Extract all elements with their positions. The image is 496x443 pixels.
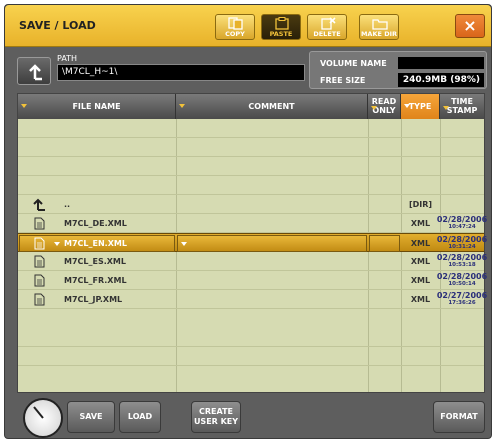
copy-button[interactable]: COPY [215, 14, 255, 40]
file-name: M7CL_JP.XML [64, 295, 123, 304]
file-type: XML [410, 276, 431, 285]
empty-row [18, 176, 484, 195]
return-arrow-icon [29, 64, 42, 81]
stamp-date: 02/28/2006 [436, 272, 488, 281]
file-icon [34, 293, 45, 306]
delete-label: DELETE [313, 30, 341, 38]
empty-row [18, 157, 484, 176]
paste-label: PASTE [269, 30, 293, 38]
time-stamp: 02/28/2006 10:31:24 [436, 235, 488, 250]
sort-triangle-icon [21, 104, 27, 108]
stamp-time: 10:53:18 [448, 262, 476, 268]
column-comment[interactable]: COMMENT [176, 94, 368, 119]
file-name: M7CL_EN.XML [64, 239, 127, 248]
paste-icon [275, 17, 289, 30]
column-time-stamp[interactable]: TIME STAMP [440, 94, 484, 119]
copy-label: COPY [225, 30, 245, 38]
empty-row [18, 138, 484, 157]
parent-dir-icon [33, 198, 45, 211]
parent-dir-row[interactable]: .. [DIR] [18, 195, 484, 214]
empty-row [18, 347, 484, 366]
stamp-date: 02/28/2006 [436, 253, 488, 262]
file-type: XML [410, 239, 431, 248]
file-name: M7CL_ES.XML [64, 257, 126, 266]
file-icon [34, 274, 45, 287]
knob-indicator-icon [33, 406, 44, 419]
sort-triangle-icon [404, 104, 410, 108]
time-stamp: 02/28/2006 10:47:24 [436, 215, 488, 230]
empty-row [18, 366, 484, 385]
stamp-date: 02/28/2006 [436, 235, 488, 244]
file-icon [34, 255, 45, 268]
volume-name-label: VOLUME NAME [320, 59, 387, 68]
parent-directory-button[interactable] [17, 57, 51, 85]
sort-triangle-icon [371, 106, 377, 110]
file-row[interactable]: M7CL_EN.XML XML 02/28/2006 10:31:24 [18, 233, 487, 252]
file-icon [34, 237, 45, 250]
create-user-key-button[interactable]: CREATE USER KEY [191, 401, 241, 433]
file-name: M7CL_DE.XML [64, 219, 127, 228]
save-button[interactable]: SAVE [67, 401, 115, 433]
free-size-label: FREE SIZE [320, 76, 366, 85]
make-dir-button[interactable]: MAKE DIR [359, 14, 399, 40]
empty-row [18, 328, 484, 347]
selected-cell-highlight [177, 235, 367, 252]
time-stamp: 02/28/2006 10:53:18 [436, 253, 488, 268]
stamp-time: 17:36:26 [448, 300, 476, 306]
file-type: XML [410, 295, 431, 304]
selected-cell-highlight [369, 235, 400, 252]
parent-dir-name: .. [64, 200, 71, 209]
sort-triangle-icon [179, 104, 185, 108]
edit-triangle-icon [181, 242, 187, 246]
format-button[interactable]: FORMAT [433, 401, 485, 433]
file-type: XML [410, 219, 431, 228]
save-load-window: SAVE / LOAD COPY PASTE DELETE MAKE DIR ×… [4, 4, 492, 439]
make-dir-label: MAKE DIR [360, 30, 398, 38]
file-row[interactable]: M7CL_FR.XML XML 02/28/2006 10:50:14 [18, 271, 487, 290]
file-icon [34, 217, 45, 230]
title-bar: SAVE / LOAD COPY PASTE DELETE MAKE DIR × [5, 5, 491, 47]
delete-button[interactable]: DELETE [307, 14, 347, 40]
stamp-date: 02/27/2006 [436, 291, 488, 300]
paste-button[interactable]: PASTE [261, 14, 301, 40]
volume-panel: VOLUME NAME FREE SIZE 240.9MB (98%) [309, 51, 487, 89]
folder-icon [372, 19, 388, 30]
file-row[interactable]: M7CL_ES.XML XML 02/28/2006 10:53:18 [18, 252, 487, 271]
free-size-value: 240.9MB (98%) [398, 73, 484, 87]
column-file-name[interactable]: FILE NAME [18, 94, 176, 119]
time-stamp: 02/28/2006 10:50:14 [436, 272, 488, 287]
copy-icon [228, 17, 243, 30]
stamp-time: 10:31:24 [448, 244, 476, 250]
column-type[interactable]: TYPE [401, 94, 440, 119]
file-name: M7CL_FR.XML [64, 276, 127, 285]
parent-dir-type: [DIR] [408, 200, 433, 209]
data-entry-knob[interactable] [23, 398, 63, 438]
path-field: \M7CL_H~1\ [57, 64, 305, 81]
window-title: SAVE / LOAD [19, 19, 96, 32]
file-table: FILE NAME COMMENT READ ONLY TYPE TIME STAM… [17, 93, 487, 393]
stamp-time: 10:50:14 [448, 281, 476, 287]
table-header: FILE NAME COMMENT READ ONLY TYPE TIME STAM… [18, 94, 484, 119]
volume-name-value [398, 57, 484, 69]
empty-row [18, 119, 484, 138]
file-row[interactable]: M7CL_DE.XML XML 02/28/2006 10:47:24 [18, 214, 487, 233]
file-type: XML [410, 257, 431, 266]
path-label: PATH [57, 54, 78, 63]
stamp-date: 02/28/2006 [436, 215, 488, 224]
edit-triangle-icon [54, 242, 60, 246]
stamp-time: 10:47:24 [448, 224, 476, 230]
time-stamp: 02/27/2006 17:36:26 [436, 291, 488, 306]
load-button[interactable]: LOAD [119, 401, 161, 433]
delete-icon [321, 17, 336, 30]
column-read-only[interactable]: READ ONLY [368, 94, 401, 119]
close-button[interactable]: × [455, 14, 485, 38]
sort-triangle-icon [443, 106, 449, 110]
file-row[interactable]: M7CL_JP.XML XML 02/27/2006 17:36:26 [18, 290, 487, 309]
